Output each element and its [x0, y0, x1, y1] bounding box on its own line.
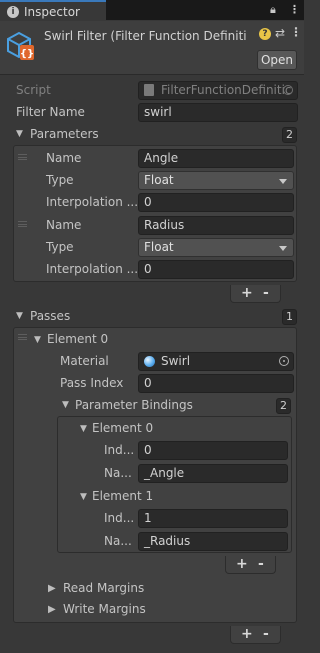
param-type-label: Type [46, 173, 74, 187]
info-icon: i [7, 6, 19, 18]
binding-name-label: Na... [104, 466, 132, 480]
material-field[interactable]: Swirl [138, 352, 294, 371]
help-icon[interactable]: ? [259, 28, 271, 40]
script-field[interactable]: FilterFunctionDefinitic [138, 81, 298, 100]
script-asset-icon: {} [7, 31, 34, 60]
param-type-value: Float [144, 173, 174, 187]
write-margins-fold-icon[interactable]: ▶ [48, 604, 56, 615]
binding-index-field[interactable]: 1 [138, 509, 288, 528]
tab-title: Inspector [24, 5, 80, 19]
object-picker-icon [283, 85, 293, 95]
param-interp-field[interactable]: 0 [138, 260, 294, 279]
filter-name-label: Filter Name [16, 105, 85, 119]
drag-handle-icon[interactable] [18, 334, 27, 340]
svg-text:{}: {} [20, 49, 34, 60]
pass-element-label[interactable]: Element 0 [47, 332, 108, 346]
param-name-label: Name [46, 151, 82, 165]
param-type-label: Type [46, 240, 74, 254]
bindings-fold-icon[interactable]: ▼ [62, 400, 69, 410]
script-file-icon [144, 84, 154, 96]
dropdown-arrow-icon [279, 246, 287, 251]
param-interp-label: Interpolation ... [46, 262, 139, 276]
passes-label[interactable]: Passes [30, 309, 70, 323]
bindings-add-remove: + - [225, 556, 276, 574]
param-name-field[interactable]: Radius [138, 216, 294, 235]
param-name-label: Name [46, 218, 82, 232]
parameters-label[interactable]: Parameters [30, 127, 99, 141]
drag-handle-icon[interactable] [18, 154, 27, 160]
param-type-dropdown[interactable]: Float [138, 238, 294, 257]
add-pass-button[interactable]: + [241, 626, 253, 642]
param-interp-label: Interpolation ... [46, 195, 139, 209]
passes-count[interactable]: 1 [282, 309, 297, 325]
param-type-value: Float [144, 240, 174, 254]
binding-index-field[interactable]: 0 [138, 441, 288, 460]
material-label: Material [60, 354, 109, 368]
binding-name-label: Na... [104, 534, 132, 548]
inspector-tab[interactable]: i Inspector [0, 0, 106, 21]
binding-name-field[interactable]: _Radius [138, 532, 288, 551]
parameters-add-remove: + - [230, 285, 281, 303]
inspector-header: {} Swirl Filter (Filter Function Definit… [0, 21, 304, 75]
script-value: FilterFunctionDefinitic [161, 83, 292, 97]
param-interp-field[interactable]: 0 [138, 193, 294, 212]
filter-name-field[interactable]: swirl [138, 103, 298, 122]
passes-fold-icon[interactable]: ▼ [16, 311, 23, 321]
read-margins-label[interactable]: Read Margins [63, 581, 144, 595]
add-parameter-button[interactable]: + [241, 285, 253, 301]
binding-index-label: Ind... [104, 443, 135, 457]
presets-icon[interactable]: ⇄ [275, 26, 285, 40]
drag-handle-icon[interactable] [18, 221, 27, 227]
pass-index-field[interactable]: 0 [138, 374, 294, 393]
binding-fold-icon[interactable]: ▼ [80, 424, 87, 434]
material-icon [144, 356, 155, 367]
param-type-dropdown[interactable]: Float [138, 171, 294, 190]
remove-binding-button[interactable]: - [258, 556, 264, 572]
script-label: Script [16, 83, 51, 97]
binding-fold-icon[interactable]: ▼ [80, 492, 87, 502]
asset-title: Swirl Filter (Filter Function Definiti [44, 29, 247, 43]
parameters-count[interactable]: 2 [282, 127, 297, 143]
add-binding-button[interactable]: + [236, 556, 248, 572]
binding-element-label[interactable]: Element 1 [92, 489, 153, 503]
dropdown-arrow-icon [279, 179, 287, 184]
lock-icon[interactable]: 🔒︎ [270, 3, 276, 17]
object-picker-icon[interactable] [279, 356, 289, 366]
read-margins-fold-icon[interactable]: ▶ [48, 583, 56, 594]
param-name-field[interactable]: Angle [138, 149, 294, 168]
remove-pass-button[interactable]: - [263, 626, 269, 642]
binding-name-field[interactable]: _Angle [138, 464, 288, 483]
pass-index-label: Pass Index [60, 376, 124, 390]
remove-parameter-button[interactable]: - [263, 285, 269, 301]
parameters-fold-icon[interactable]: ▼ [16, 129, 23, 139]
passes-add-remove: + - [230, 626, 281, 644]
element0-fold-icon[interactable]: ▼ [34, 335, 41, 345]
bindings-count[interactable]: 2 [276, 398, 291, 414]
open-button[interactable]: Open [257, 50, 297, 70]
material-value: Swirl [161, 354, 191, 368]
write-margins-label[interactable]: Write Margins [63, 602, 146, 616]
more-options-icon[interactable]: ⋮ [289, 3, 300, 16]
context-menu-icon[interactable]: ⋮ [290, 25, 302, 39]
bindings-label[interactable]: Parameter Bindings [75, 398, 193, 412]
binding-index-label: Ind... [104, 511, 135, 525]
binding-element-label[interactable]: Element 0 [92, 421, 153, 435]
